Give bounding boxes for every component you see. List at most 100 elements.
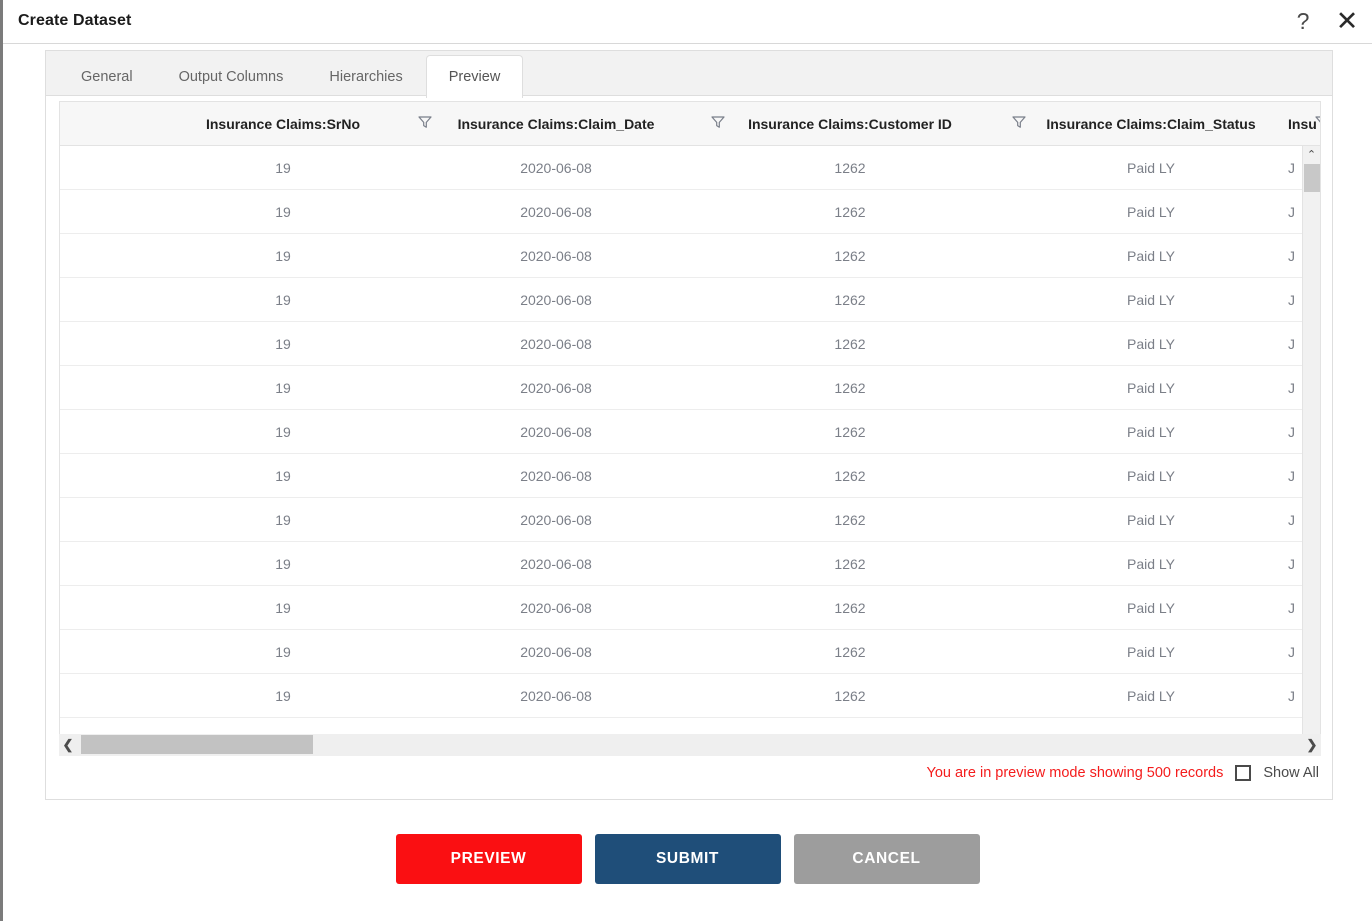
create-dataset-dialog: Create Dataset ? ✕ General Output Columns…	[0, 0, 1372, 921]
grid-body: 19 2020-06-08 1262 Paid LY J 19 2020-06-08 1262…	[60, 146, 1320, 750]
table-cell: 19	[275, 159, 291, 176]
table-cell: 19	[275, 247, 291, 264]
table-row[interactable]: 192020-06-081262Paid LYJ	[60, 586, 1320, 630]
table-cell: 19	[275, 687, 291, 704]
table-cell: Paid LY	[1127, 159, 1175, 176]
table-cell: 2020-06-08	[520, 555, 592, 572]
preview-data-grid: Insurance Claims:SrNo Insurance Claims:Cl…	[59, 101, 1321, 751]
table-cell: 1262	[834, 643, 866, 660]
table-row[interactable]: 192020-06-081262Paid LYJ	[60, 366, 1320, 410]
preview-mode-message: You are in preview mode showing 500 reco…	[926, 765, 1224, 781]
tab-list: General Output Columns Hierarchies Preview	[46, 51, 524, 98]
table-cell: 19	[275, 379, 291, 396]
table-row[interactable]: 192020-06-081262Paid LYJ	[60, 278, 1320, 322]
tab-output-columns[interactable]: Output Columns	[156, 55, 307, 97]
table-cell: Paid LY	[1127, 423, 1175, 440]
table-cell: Paid LY	[1127, 247, 1175, 264]
scroll-left-arrow-icon[interactable]: ❮	[59, 734, 77, 755]
table-cell: 2020-06-08	[520, 379, 592, 396]
table-cell: 1262	[834, 379, 866, 396]
table-cell: 19	[275, 291, 291, 308]
table-row[interactable]: 192020-06-081262Paid LYJ	[60, 146, 1320, 190]
column-header[interactable]: Insu	[1288, 102, 1320, 145]
table-cell: 19	[275, 423, 291, 440]
table-cell: 2020-06-08	[520, 335, 592, 352]
titlebar-actions: ? ✕	[1288, 6, 1362, 36]
table-cell: 19	[275, 599, 291, 616]
column-header[interactable]: Insurance Claims:Claim_Date	[396, 102, 716, 145]
table-row[interactable]: 192020-06-081262Paid LYJ	[60, 454, 1320, 498]
cancel-button[interactable]: CANCEL	[793, 834, 980, 884]
table-cell: Paid LY	[1127, 511, 1175, 528]
table-cell: 2020-06-08	[520, 467, 592, 484]
table-cell: 1262	[834, 555, 866, 572]
table-cell: 1262	[834, 687, 866, 704]
column-header-label: Insu	[1288, 115, 1317, 132]
vertical-scrollbar[interactable]: ⌃ ⌄	[1302, 146, 1320, 750]
table-row[interactable]: 192020-06-081262Paid LYJ	[60, 630, 1320, 674]
close-button[interactable]: ✕	[1332, 6, 1362, 36]
preview-button[interactable]: PREVIEW	[395, 834, 582, 884]
table-cell: 2020-06-08	[520, 687, 592, 704]
table-cell: Paid LY	[1127, 335, 1175, 352]
submit-button[interactable]: SUBMIT	[594, 834, 781, 884]
tab-preview[interactable]: Preview	[425, 55, 524, 98]
table-cell: 1262	[834, 335, 866, 352]
preview-note-row: You are in preview mode showing 500 reco…	[926, 765, 1319, 781]
close-x-icon: ✕	[1335, 5, 1359, 36]
show-all-label[interactable]: Show All	[1263, 765, 1319, 781]
table-cell: 19	[275, 335, 291, 352]
vertical-scrollbar-thumb[interactable]	[1304, 164, 1320, 192]
help-button[interactable]: ?	[1288, 6, 1318, 36]
table-cell: Paid LY	[1127, 203, 1175, 220]
table-row[interactable]: 192020-06-081262Paid LYJ	[60, 542, 1320, 586]
table-cell: 2020-06-08	[520, 159, 592, 176]
table-cell: 2020-06-08	[520, 423, 592, 440]
table-cell: Paid LY	[1127, 291, 1175, 308]
table-row[interactable]: 192020-06-081262Paid LYJ	[60, 674, 1320, 718]
table-cell: 2020-06-08	[520, 643, 592, 660]
dialog-title: Create Dataset	[18, 12, 132, 29]
tab-label: Output Columns	[178, 68, 284, 85]
table-cell: 2020-06-08	[520, 291, 592, 308]
table-cell: Paid LY	[1127, 379, 1175, 396]
tab-label: Hierarchies	[329, 68, 403, 85]
preview-panel: Insurance Claims:SrNo Insurance Claims:Cl…	[45, 95, 1333, 800]
column-header-label: Insurance Claims:Customer ID	[748, 115, 952, 132]
table-cell: 19	[275, 511, 291, 528]
table-cell: 19	[275, 467, 291, 484]
column-header[interactable]: Insurance Claims:Customer ID	[685, 102, 1015, 145]
scroll-up-arrow-icon[interactable]: ⌃	[1303, 146, 1320, 163]
table-cell: Paid LY	[1127, 467, 1175, 484]
tab-hierarchies[interactable]: Hierarchies	[306, 55, 425, 97]
grid-header-row: Insurance Claims:SrNo Insurance Claims:Cl…	[60, 102, 1320, 146]
horizontal-scrollbar[interactable]: ❮ ❯	[59, 734, 1321, 756]
table-cell: Paid LY	[1127, 599, 1175, 616]
table-row[interactable]: 192020-06-081262Paid LYJ	[60, 190, 1320, 234]
scroll-right-arrow-icon[interactable]: ❯	[1303, 734, 1321, 755]
table-cell: Paid LY	[1127, 555, 1175, 572]
tab-strip: General Output Columns Hierarchies Preview	[45, 50, 1333, 98]
table-cell: 1262	[834, 423, 866, 440]
tab-label: Preview	[448, 69, 501, 85]
table-cell: 1262	[834, 467, 866, 484]
dialog-titlebar: Create Dataset ? ✕	[3, 0, 1372, 44]
table-cell: Paid LY	[1127, 643, 1175, 660]
column-header-label: Insurance Claims:Claim_Date	[457, 115, 655, 132]
tab-general[interactable]: General	[58, 55, 156, 97]
horizontal-scrollbar-thumb[interactable]	[81, 735, 313, 754]
column-header[interactable]: Insurance Claims:SrNo	[148, 102, 418, 145]
table-row[interactable]: 192020-06-081262Paid LYJ	[60, 498, 1320, 542]
table-cell: Paid LY	[1127, 687, 1175, 704]
table-cell: 2020-06-08	[520, 511, 592, 528]
column-header[interactable]: Insurance Claims:Claim_Status	[986, 102, 1316, 145]
table-row[interactable]: 192020-06-081262Paid LYJ	[60, 322, 1320, 366]
column-header-label: Insurance Claims:Claim_Status	[1046, 115, 1256, 132]
column-header-label: Insurance Claims:SrNo	[205, 115, 361, 132]
question-mark-icon: ?	[1296, 7, 1310, 34]
table-cell: 1262	[834, 247, 866, 264]
table-row[interactable]: 192020-06-081262Paid LYJ	[60, 410, 1320, 454]
tab-label: General	[81, 68, 133, 85]
show-all-checkbox[interactable]	[1235, 765, 1252, 781]
table-row[interactable]: 192020-06-081262Paid LYJ	[60, 234, 1320, 278]
